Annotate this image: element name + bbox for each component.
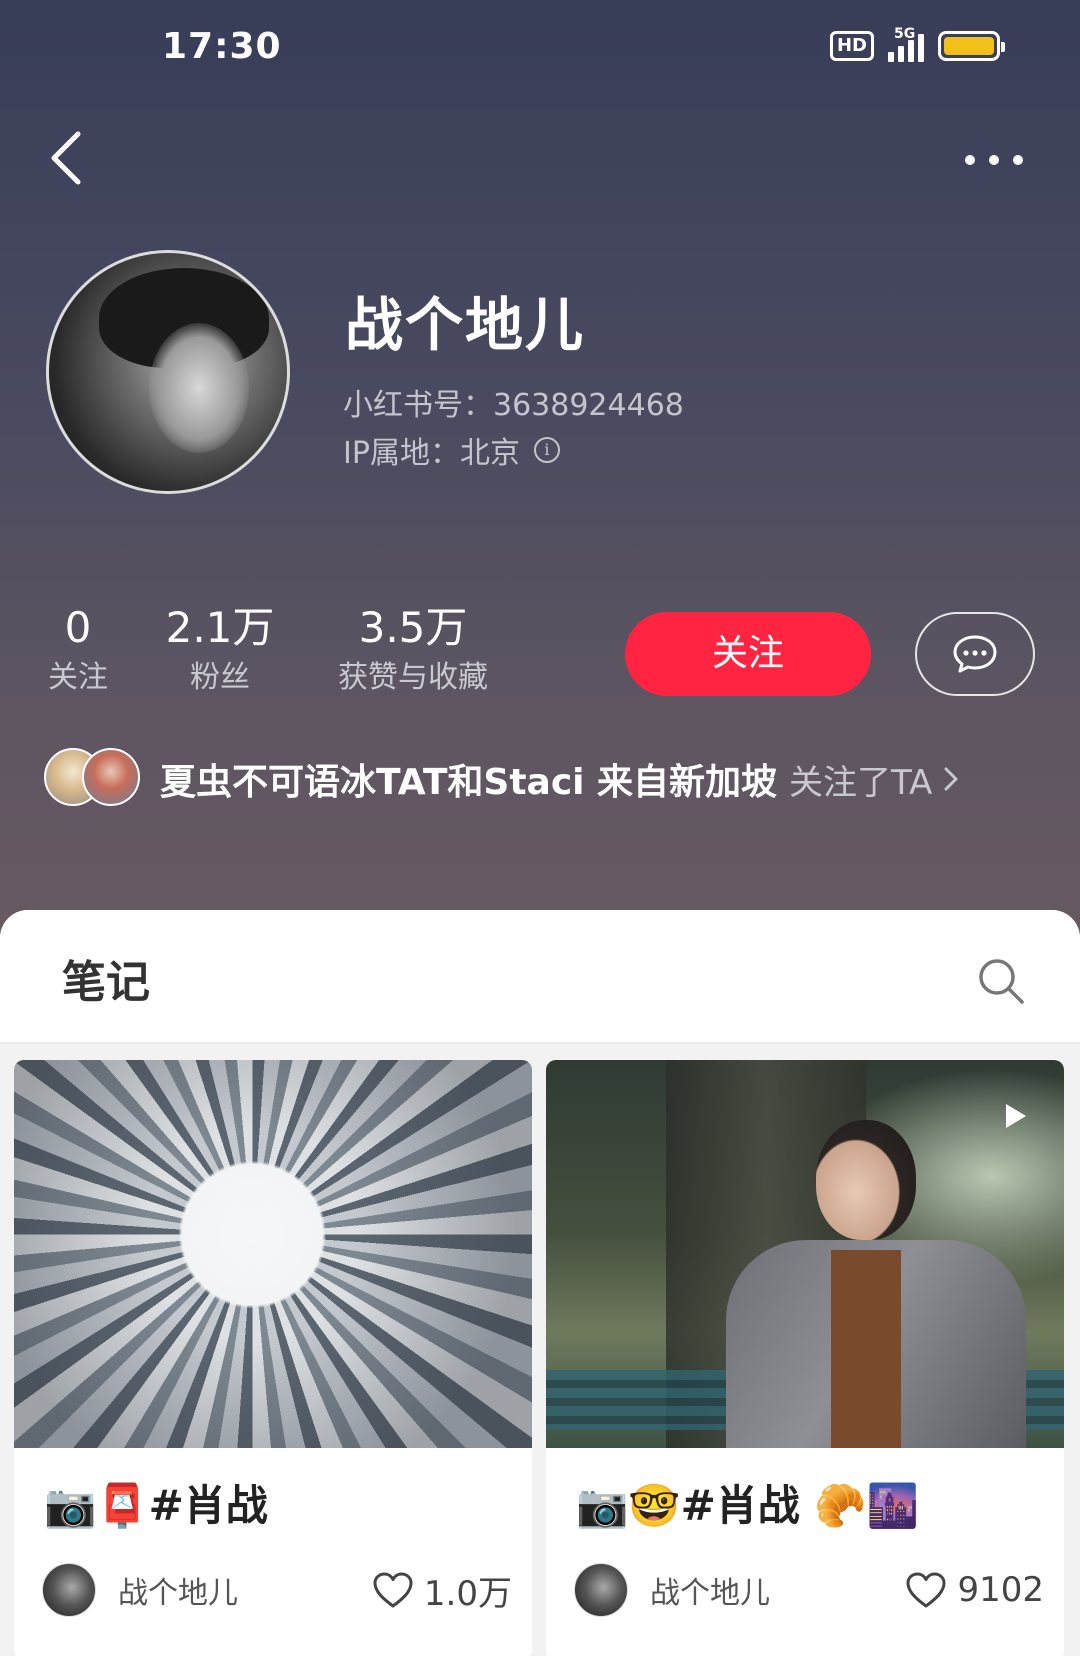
status-icons: HD 5G <box>829 26 1005 62</box>
profile-header: 17:30 HD 5G 战个地儿 小红书号：3638924468 IP属地：北京… <box>0 0 1080 940</box>
note-author: 战个地儿 <box>650 1576 770 1611</box>
mutual-followers[interactable]: 夏虫不可语冰TAT和Staci 来自新加坡 关注了TA <box>44 748 960 810</box>
stat-likes-collects[interactable]: 3.5万 获赞与收藏 <box>330 604 496 698</box>
tab-bar: 笔记 <box>0 910 1080 1044</box>
info-icon[interactable]: i <box>533 437 560 463</box>
battery-level <box>944 37 994 55</box>
follow-button[interactable]: 关注 <box>625 612 871 696</box>
hd-icon: HD <box>829 31 874 61</box>
mutual-suffix: 关注了TA <box>789 762 933 803</box>
stat-label: 关注 <box>48 660 108 695</box>
tab-notes[interactable]: 笔记 <box>62 946 150 1010</box>
note-footer: 战个地儿 9102 <box>574 1560 1044 1620</box>
back-button[interactable] <box>48 128 88 188</box>
heart-icon <box>906 1572 946 1608</box>
profile-name: 战个地儿 <box>345 291 586 359</box>
stat-label: 粉丝 <box>190 660 250 695</box>
ip-location-text: IP属地：北京 <box>343 436 520 471</box>
note-footer: 战个地儿 1.0万 <box>42 1560 512 1620</box>
note-title: 📷🤓#肖战 🥐🌆 <box>576 1481 919 1530</box>
like-count: 1.0万 <box>423 1573 512 1614</box>
like-button[interactable]: 1.0万 <box>372 1566 512 1615</box>
stat-value: 3.5万 <box>358 603 468 652</box>
battery-icon <box>938 31 1005 61</box>
status-bar: 17:30 HD 5G <box>0 0 1080 100</box>
note-cover-image <box>14 1060 532 1448</box>
like-count: 9102 <box>957 1570 1044 1610</box>
avatar <box>42 1563 96 1617</box>
avatar <box>574 1563 628 1617</box>
note-author: 战个地儿 <box>118 1576 238 1611</box>
chevron-right-icon <box>944 767 958 791</box>
stat-label: 获赞与收藏 <box>338 660 488 695</box>
more-dots-icon[interactable] <box>965 144 1029 176</box>
like-button[interactable]: 9102 <box>905 1570 1044 1610</box>
avatar[interactable] <box>46 250 290 494</box>
search-button[interactable] <box>976 956 1026 1006</box>
play-icon <box>1006 1104 1026 1128</box>
note-card[interactable]: 📷📮#肖战 战个地儿 1.0万 <box>14 1060 532 1656</box>
back-arrow-icon <box>51 131 81 185</box>
stat-value: 0 <box>64 603 92 652</box>
signal-icon: 5G <box>888 26 924 62</box>
status-time: 17:30 <box>162 26 282 67</box>
note-card[interactable]: 📷🤓#肖战 🥐🌆 战个地儿 9102 <box>546 1060 1064 1656</box>
stat-value: 2.1万 <box>165 603 275 652</box>
avatar <box>82 748 140 806</box>
mutual-avatars <box>44 748 144 810</box>
message-button[interactable] <box>915 612 1035 696</box>
network-type: 5G <box>894 26 916 42</box>
profile-id: 小红书号：3638924468 <box>343 388 684 423</box>
stat-fans[interactable]: 2.1万 粉丝 <box>162 604 278 698</box>
search-icon <box>979 959 1024 1004</box>
note-title: 📷📮#肖战 <box>44 1481 268 1530</box>
mutual-names: 夏虫不可语冰TAT和Staci 来自新加坡 <box>160 762 778 803</box>
note-cover-image <box>546 1060 1064 1448</box>
notes-section: 笔记 📷📮#肖战 战个地儿 1.0万 📷🤓#肖战 🥐🌆 战个地儿 9102 <box>0 910 1080 1656</box>
message-icon <box>953 635 997 673</box>
heart-icon <box>373 1572 413 1608</box>
stat-following[interactable]: 0 关注 <box>40 604 116 698</box>
ip-location: IP属地：北京 i <box>343 428 560 472</box>
